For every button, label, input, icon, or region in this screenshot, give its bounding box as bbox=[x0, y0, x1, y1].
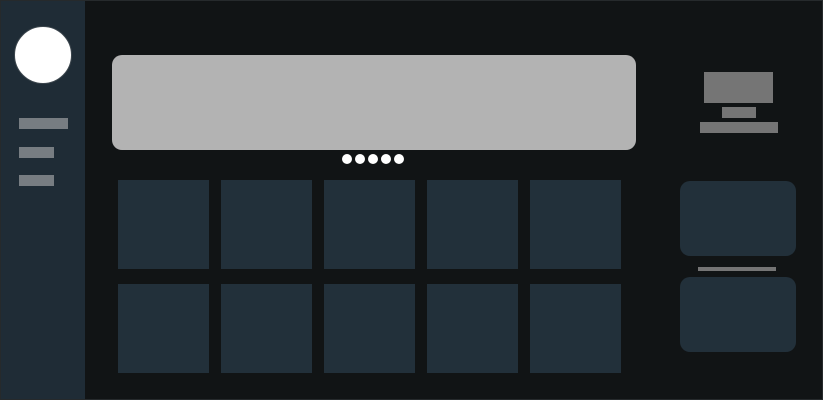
tile-grid bbox=[118, 180, 621, 373]
monitor-icon bbox=[700, 72, 778, 134]
sidebar-item-2[interactable] bbox=[19, 147, 54, 158]
sidebar bbox=[1, 1, 85, 399]
user-avatar-icon[interactable] bbox=[14, 26, 72, 84]
carousel-dot[interactable] bbox=[394, 154, 404, 164]
carousel-dot[interactable] bbox=[342, 154, 352, 164]
divider bbox=[698, 267, 776, 271]
grid-tile[interactable] bbox=[118, 284, 209, 373]
monitor-stand bbox=[722, 107, 756, 118]
grid-tile[interactable] bbox=[118, 180, 209, 269]
side-card-2[interactable] bbox=[680, 277, 796, 352]
carousel-dot[interactable] bbox=[368, 154, 378, 164]
grid-tile[interactable] bbox=[324, 180, 415, 269]
featured-banner[interactable] bbox=[112, 55, 636, 150]
side-card-1[interactable] bbox=[680, 181, 796, 256]
carousel-dot[interactable] bbox=[355, 154, 365, 164]
sidebar-item-3[interactable] bbox=[19, 175, 54, 186]
monitor-base bbox=[700, 122, 778, 133]
grid-tile[interactable] bbox=[221, 180, 312, 269]
grid-tile[interactable] bbox=[530, 180, 621, 269]
grid-tile[interactable] bbox=[427, 284, 518, 373]
grid-tile[interactable] bbox=[427, 180, 518, 269]
app-window bbox=[0, 0, 823, 400]
grid-tile[interactable] bbox=[221, 284, 312, 373]
grid-tile[interactable] bbox=[324, 284, 415, 373]
grid-tile[interactable] bbox=[530, 284, 621, 373]
sidebar-item-1[interactable] bbox=[19, 118, 68, 129]
carousel-pagination bbox=[342, 154, 404, 164]
carousel-dot[interactable] bbox=[381, 154, 391, 164]
monitor-screen bbox=[704, 72, 773, 103]
